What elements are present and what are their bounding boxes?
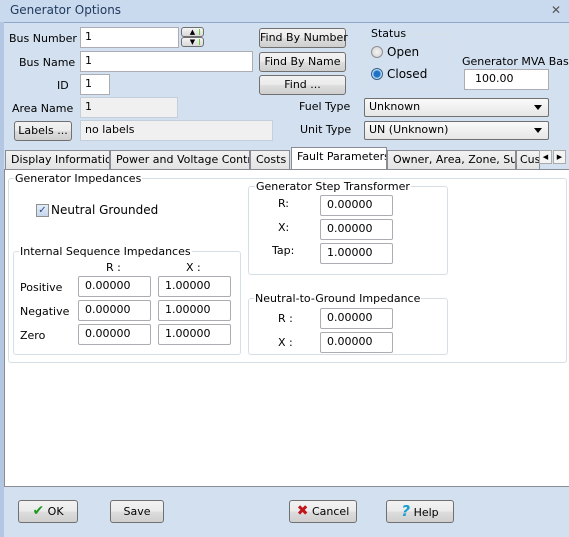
tab-power-voltage-control[interactable]: Power and Voltage Control — [110, 150, 250, 169]
ng-r-label: R : — [278, 312, 293, 325]
labels-field: no labels — [80, 120, 273, 141]
zero-x-input[interactable]: 1.00000 — [158, 324, 231, 345]
help-question-icon: ? — [401, 502, 411, 520]
step-transformer-title: Generator Step Transformer — [255, 180, 411, 193]
zero-r-input[interactable]: 0.00000 — [78, 324, 151, 345]
spin-up-icon[interactable]: ▲ — [181, 27, 204, 37]
area-name-label: Area Name — [12, 102, 74, 115]
st-x-label: X: — [278, 221, 290, 234]
bus-name-input[interactable]: 1 — [80, 51, 253, 72]
mva-base-label: Generator MVA Base — [462, 55, 569, 68]
open-label: Open — [387, 45, 420, 59]
unit-type-select[interactable]: UN (Unknown) — [364, 121, 549, 140]
bus-number-input[interactable]: 1 — [80, 27, 179, 48]
labels-button[interactable]: Labels ... — [14, 121, 72, 141]
help-button[interactable]: ? Help — [386, 500, 454, 523]
negative-x-input[interactable]: 1.00000 — [158, 300, 231, 321]
bus-name-label: Bus Name — [19, 56, 76, 69]
positive-r-input[interactable]: 0.00000 — [78, 276, 151, 297]
ng-x-input[interactable]: 0.00000 — [320, 332, 393, 353]
ng-x-label: X : — [278, 336, 293, 349]
chevron-down-icon — [534, 105, 542, 110]
status-group — [365, 34, 452, 90]
find-button[interactable]: Find ... — [259, 75, 346, 95]
mva-base-input[interactable]: 100.00 — [464, 69, 549, 90]
st-r-label: R: — [278, 197, 290, 210]
zero-label: Zero — [20, 329, 46, 342]
st-tap-input[interactable]: 1.00000 — [320, 243, 393, 264]
generator-impedances-title: Generator Impedances — [14, 172, 143, 185]
x-column-header: X : — [186, 261, 201, 274]
find-by-name-button[interactable]: Find By Name — [259, 52, 346, 72]
st-r-input[interactable]: 0.00000 — [320, 195, 393, 216]
fuel-type-select[interactable]: Unknown — [364, 98, 549, 117]
divider — [4, 22, 569, 23]
closed-radio[interactable] — [371, 68, 383, 80]
window-title: Generator Options — [10, 3, 122, 17]
open-radio[interactable] — [371, 46, 383, 58]
spin-down-icon[interactable]: ▼ — [181, 37, 204, 47]
bus-number-label: Bus Number — [9, 32, 77, 45]
st-x-input[interactable]: 0.00000 — [320, 219, 393, 240]
fuel-type-label: Fuel Type — [299, 100, 351, 113]
bus-number-spinner[interactable]: ▲ ▼ — [181, 27, 204, 47]
ok-button[interactable]: ✔ OK — [18, 500, 78, 523]
positive-label: Positive — [20, 281, 63, 294]
internal-sequence-title: Internal Sequence Impedances — [19, 245, 192, 258]
save-button[interactable]: Save — [110, 500, 164, 523]
id-input[interactable]: 1 — [80, 74, 110, 95]
r-column-header: R : — [106, 261, 121, 274]
fuel-type-value: Unknown — [369, 100, 421, 113]
checkmark-icon: ✔ — [32, 503, 45, 519]
tab-display-information[interactable]: Display Information — [5, 150, 110, 169]
find-by-number-button[interactable]: Find By Number — [259, 28, 348, 48]
tab-owner-area-zone-sub[interactable]: Owner, Area, Zone, Sub — [387, 150, 516, 169]
closed-label: Closed — [387, 67, 428, 81]
unit-type-label: Unit Type — [300, 123, 352, 136]
neutral-ground-title: Neutral-to-Ground Impedance — [254, 292, 422, 305]
tab-scroll-left-icon[interactable]: ◀ — [539, 150, 552, 164]
cancel-label: Cancel — [311, 505, 350, 518]
negative-label: Negative — [20, 305, 70, 318]
help-label: Help — [413, 506, 439, 519]
tab-costs[interactable]: Costs — [250, 150, 290, 169]
id-label: ID — [57, 79, 69, 92]
ok-label: OK — [47, 505, 64, 518]
close-icon[interactable]: ✕ — [549, 3, 563, 17]
cancel-button[interactable]: ✖ Cancel — [289, 500, 357, 523]
chevron-down-icon — [534, 128, 542, 133]
cancel-x-icon: ✖ — [296, 503, 309, 519]
tab-custom[interactable]: Cus — [516, 150, 540, 169]
neutral-grounded-label: Neutral Grounded — [51, 203, 159, 217]
negative-r-input[interactable]: 0.00000 — [78, 300, 151, 321]
button-bar — [4, 488, 569, 536]
tab-scroll-right-icon[interactable]: ▶ — [553, 150, 566, 164]
area-name-field: 1 — [80, 97, 178, 118]
st-tap-label: Tap: — [272, 244, 295, 257]
unit-type-value: UN (Unknown) — [369, 123, 449, 136]
tab-fault-parameters[interactable]: Fault Parameters — [291, 147, 387, 169]
positive-x-input[interactable]: 1.00000 — [158, 276, 231, 297]
ng-r-input[interactable]: 0.00000 — [320, 308, 393, 329]
status-title: Status — [370, 27, 408, 40]
neutral-grounded-checkbox[interactable]: ✓ — [36, 204, 49, 217]
